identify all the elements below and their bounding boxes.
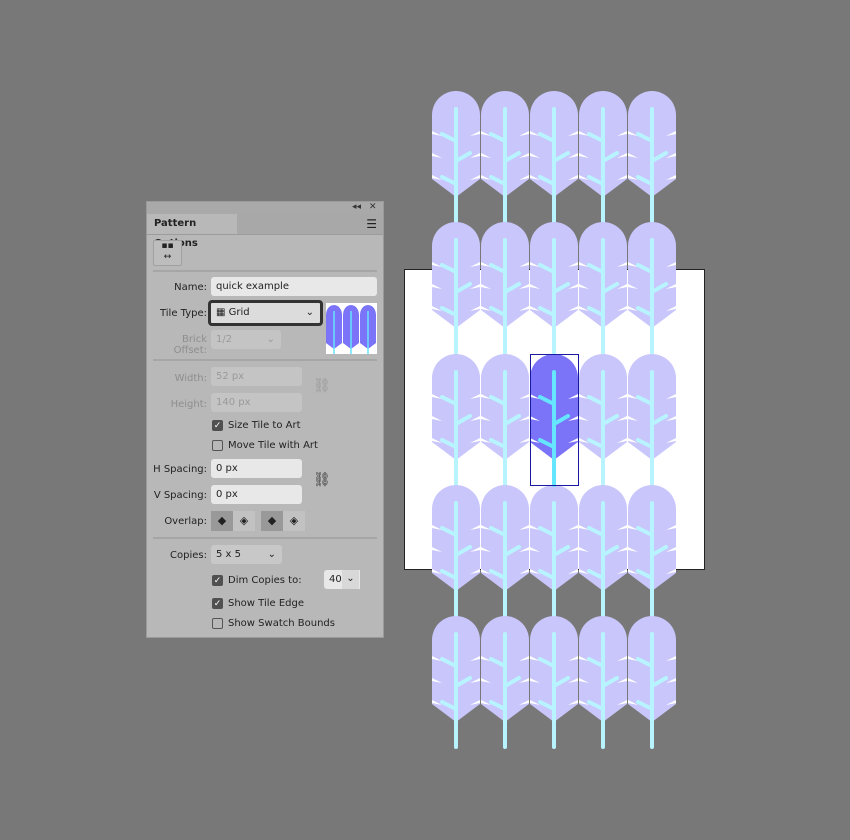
- pattern-tile-copy: [628, 91, 676, 224]
- pattern-tile-copy: [628, 485, 676, 618]
- pattern-tile-copy: [481, 485, 529, 618]
- pattern-tile-copy: [530, 91, 578, 224]
- pattern-tile-copy: [432, 91, 480, 224]
- pattern-tile-copy: [579, 91, 627, 224]
- pattern-tile-copy: [481, 616, 529, 749]
- pattern-tile-copy: [432, 485, 480, 618]
- pattern-tile-copy: [481, 91, 529, 224]
- pattern-tile-copy: [628, 616, 676, 749]
- pattern-tile-copy: [579, 616, 627, 749]
- pattern-tile-copy: [530, 485, 578, 618]
- pattern-tile-copy: [579, 485, 627, 618]
- pattern-canvas: [404, 91, 705, 749]
- pattern-tile-copy: [530, 616, 578, 749]
- pattern-tile-copy: [432, 616, 480, 749]
